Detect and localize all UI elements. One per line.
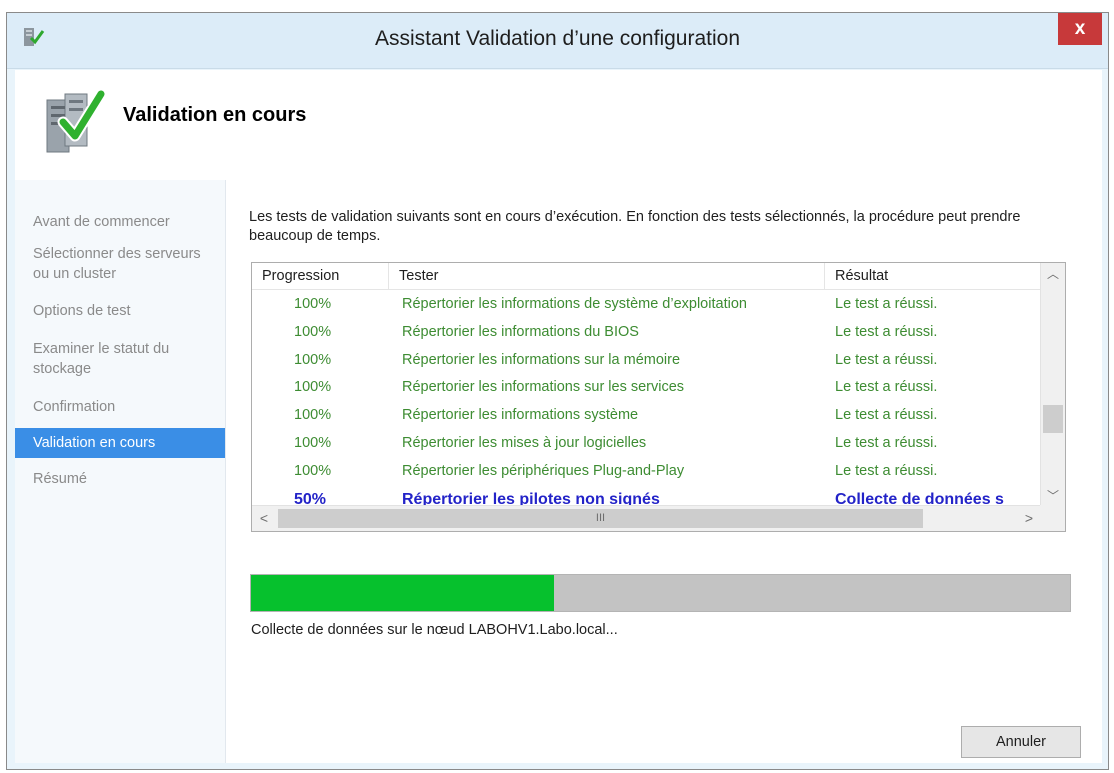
test-name-cell: Répertorier les informations du BIOS [402,323,639,340]
result-cell: Le test a réussi. [835,407,938,424]
table-row[interactable]: 100% Répertorier les informations sur la … [252,348,1040,376]
page-title: Validation en cours [123,104,307,126]
progress-cell: 100% [294,351,332,368]
column-header-result[interactable]: Résultat [824,263,1040,290]
result-cell: Le test a réussi. [835,296,938,312]
progress-cell: 100% [294,323,332,340]
vertical-scroll-thumb[interactable] [1043,405,1063,433]
test-name-cell: Répertorier les informations de système … [402,296,747,312]
result-cell: Le test a réussi. [835,379,938,396]
test-name-cell: Répertorier les informations sur la mémo… [402,351,681,368]
intro-text: Les tests de validation suivants sont en… [249,209,1021,244]
cancel-button[interactable]: Annuler [961,726,1081,758]
grip-icon: III [595,512,606,524]
scroll-left-icon[interactable]: < [252,506,276,531]
nav-item-confirmation[interactable]: Confirmation [15,397,225,417]
progress-cell: 100% [294,296,332,312]
progress-cell: 100% [294,407,332,424]
scroll-up-icon[interactable]: ︿ [1041,263,1065,285]
table-row[interactable]: 100% Répertorier les informations de syst… [252,292,1040,320]
nav-item-select-servers[interactable]: Sélectionner des serveurs ou un cluster [15,244,205,284]
title-bar[interactable]: Assistant Validation d’une configuration… [7,13,1108,69]
horizontal-scrollbar[interactable]: < III > [252,505,1065,531]
progress-cell: 100% [294,462,332,479]
test-name-cell: Répertorier les informations système [402,407,639,424]
test-name-cell: Répertorier les périphériques Plug-and-P… [402,462,685,479]
window-title: Assistant Validation d’une configuration [374,27,740,50]
result-cell: Le test a réussi. [835,434,938,451]
nav-item-test-options[interactable]: Options de test [15,301,225,321]
listview-rows: 100% Répertorier les informations de syst… [252,292,1040,531]
wizard-window: Assistant Validation d’une configuration… [6,12,1109,770]
nav-item-review-storage[interactable]: Examiner le statut du stockage [15,339,205,379]
close-icon: x [1074,18,1086,39]
column-header-progress[interactable]: Progression [252,263,388,290]
vertical-scrollbar[interactable]: ︿ ﹀ [1040,263,1065,506]
nav-item-before-you-begin[interactable]: Avant de commencer [15,212,225,232]
nav-item-summary[interactable]: Résumé [15,469,225,489]
validation-wizard-icon [46,88,105,153]
header-panel: Validation en cours [15,70,1102,180]
test-name-cell: Répertorier les mises à jour logicielles [402,434,647,451]
progress-cell: 100% [294,434,332,451]
test-name-cell: Répertorier les informations sur les ser… [402,379,685,396]
table-row[interactable]: 100% Répertorier les mises à jour logicie… [252,431,1040,459]
nav-item-validating[interactable]: Validation en cours [15,428,225,458]
wizard-steps-nav: Avant de commencer Sélectionner des serv… [15,180,225,763]
scroll-down-icon[interactable]: ﹀ [1041,485,1065,507]
result-cell: Le test a réussi. [835,351,938,368]
status-text: Collecte de données sur le nœud LABOHV1.… [251,622,618,638]
tests-listview[interactable]: Progression Tester Résultat 100% Répertor… [251,262,1066,532]
result-cell: Le test a réussi. [835,462,938,479]
progress-cell: 100% [294,379,332,396]
horizontal-scroll-thumb[interactable]: III [278,509,923,528]
cancel-label: Annuler [996,734,1046,750]
column-header-test[interactable]: Tester [388,263,824,290]
overall-progress-bar [250,574,1071,612]
scrollbar-corner [1040,505,1065,531]
table-row[interactable]: 100% Répertorier les périphériques Plug-a… [252,459,1040,487]
listview-header: Progression Tester Résultat [252,263,1040,290]
content-panel: Les tests de validation suivants sont en… [225,180,1102,763]
result-cell: Le test a réussi. [835,323,938,340]
progress-fill [251,575,555,611]
table-row[interactable]: 100% Répertorier les informations sur les… [252,375,1040,403]
close-button[interactable]: x [1058,13,1102,45]
table-row[interactable]: 100% Répertorier les informations du BIOS… [252,320,1040,348]
table-row[interactable]: 100% Répertorier les informations système… [252,403,1040,431]
scroll-right-icon[interactable]: > [1017,506,1041,531]
